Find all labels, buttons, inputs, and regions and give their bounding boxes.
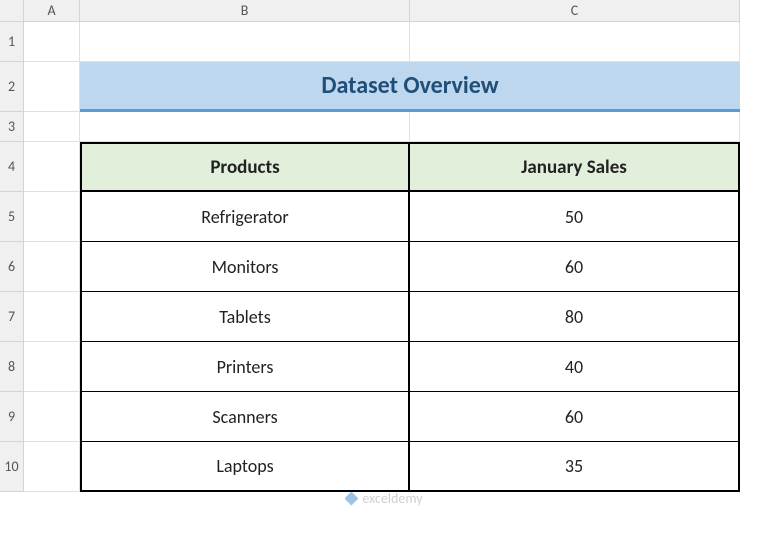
table-row[interactable]: Printers	[80, 342, 410, 392]
row-header-4[interactable]: 4	[0, 142, 24, 192]
row-header-9[interactable]: 9	[0, 392, 24, 442]
row-9: 9 Scanners 60	[0, 392, 767, 442]
table-row[interactable]: Refrigerator	[80, 192, 410, 242]
row-header-3[interactable]: 3	[0, 112, 24, 142]
row-header-6[interactable]: 6	[0, 242, 24, 292]
cell-A10[interactable]	[24, 442, 80, 492]
table-row[interactable]: 60	[410, 392, 740, 442]
row-header-8[interactable]: 8	[0, 342, 24, 392]
table-row[interactable]: 50	[410, 192, 740, 242]
row-header-2[interactable]: 2	[0, 62, 24, 112]
header-products[interactable]: Products	[80, 142, 410, 192]
cell-A8[interactable]	[24, 342, 80, 392]
watermark-icon	[344, 492, 358, 506]
cell-A3[interactable]	[24, 112, 80, 142]
column-header-B[interactable]: B	[80, 0, 410, 22]
cell-A6[interactable]	[24, 242, 80, 292]
column-header-C[interactable]: C	[410, 0, 740, 22]
row-3: 3	[0, 112, 767, 142]
cell-A9[interactable]	[24, 392, 80, 442]
select-all-corner[interactable]	[0, 0, 24, 22]
cell-B3[interactable]	[80, 112, 410, 142]
table-row[interactable]: 40	[410, 342, 740, 392]
title-cell[interactable]: Dataset Overview	[80, 62, 740, 112]
row-6: 6 Monitors 60	[0, 242, 767, 292]
cell-A7[interactable]	[24, 292, 80, 342]
cell-A1[interactable]	[24, 22, 80, 62]
cell-A2[interactable]	[24, 62, 80, 112]
cell-C1[interactable]	[410, 22, 740, 62]
cell-A5[interactable]	[24, 192, 80, 242]
row-10: 10 Laptops 35	[0, 442, 767, 492]
row-header-10[interactable]: 10	[0, 442, 24, 492]
table-row[interactable]: Monitors	[80, 242, 410, 292]
watermark-text: exceldemy	[362, 490, 422, 507]
column-headers: A B C	[0, 0, 767, 22]
row-header-7[interactable]: 7	[0, 292, 24, 342]
row-5: 5 Refrigerator 50	[0, 192, 767, 242]
table-row[interactable]: 35	[410, 442, 740, 492]
cell-C3[interactable]	[410, 112, 740, 142]
column-header-A[interactable]: A	[24, 0, 80, 22]
watermark: exceldemy	[344, 490, 422, 507]
row-8: 8 Printers 40	[0, 342, 767, 392]
cell-B1[interactable]	[80, 22, 410, 62]
table-row[interactable]: Laptops	[80, 442, 410, 492]
table-row[interactable]: Scanners	[80, 392, 410, 442]
row-7: 7 Tablets 80	[0, 292, 767, 342]
row-header-5[interactable]: 5	[0, 192, 24, 242]
spreadsheet-grid: A B C 1 2 Dataset Overview 3 4 Products …	[0, 0, 767, 543]
row-1: 1	[0, 22, 767, 62]
row-2: 2 Dataset Overview	[0, 62, 767, 112]
row-header-1[interactable]: 1	[0, 22, 24, 62]
cell-A4[interactable]	[24, 142, 80, 192]
table-row[interactable]: 60	[410, 242, 740, 292]
row-4: 4 Products January Sales	[0, 142, 767, 192]
table-row[interactable]: 80	[410, 292, 740, 342]
table-row[interactable]: Tablets	[80, 292, 410, 342]
header-sales[interactable]: January Sales	[410, 142, 740, 192]
